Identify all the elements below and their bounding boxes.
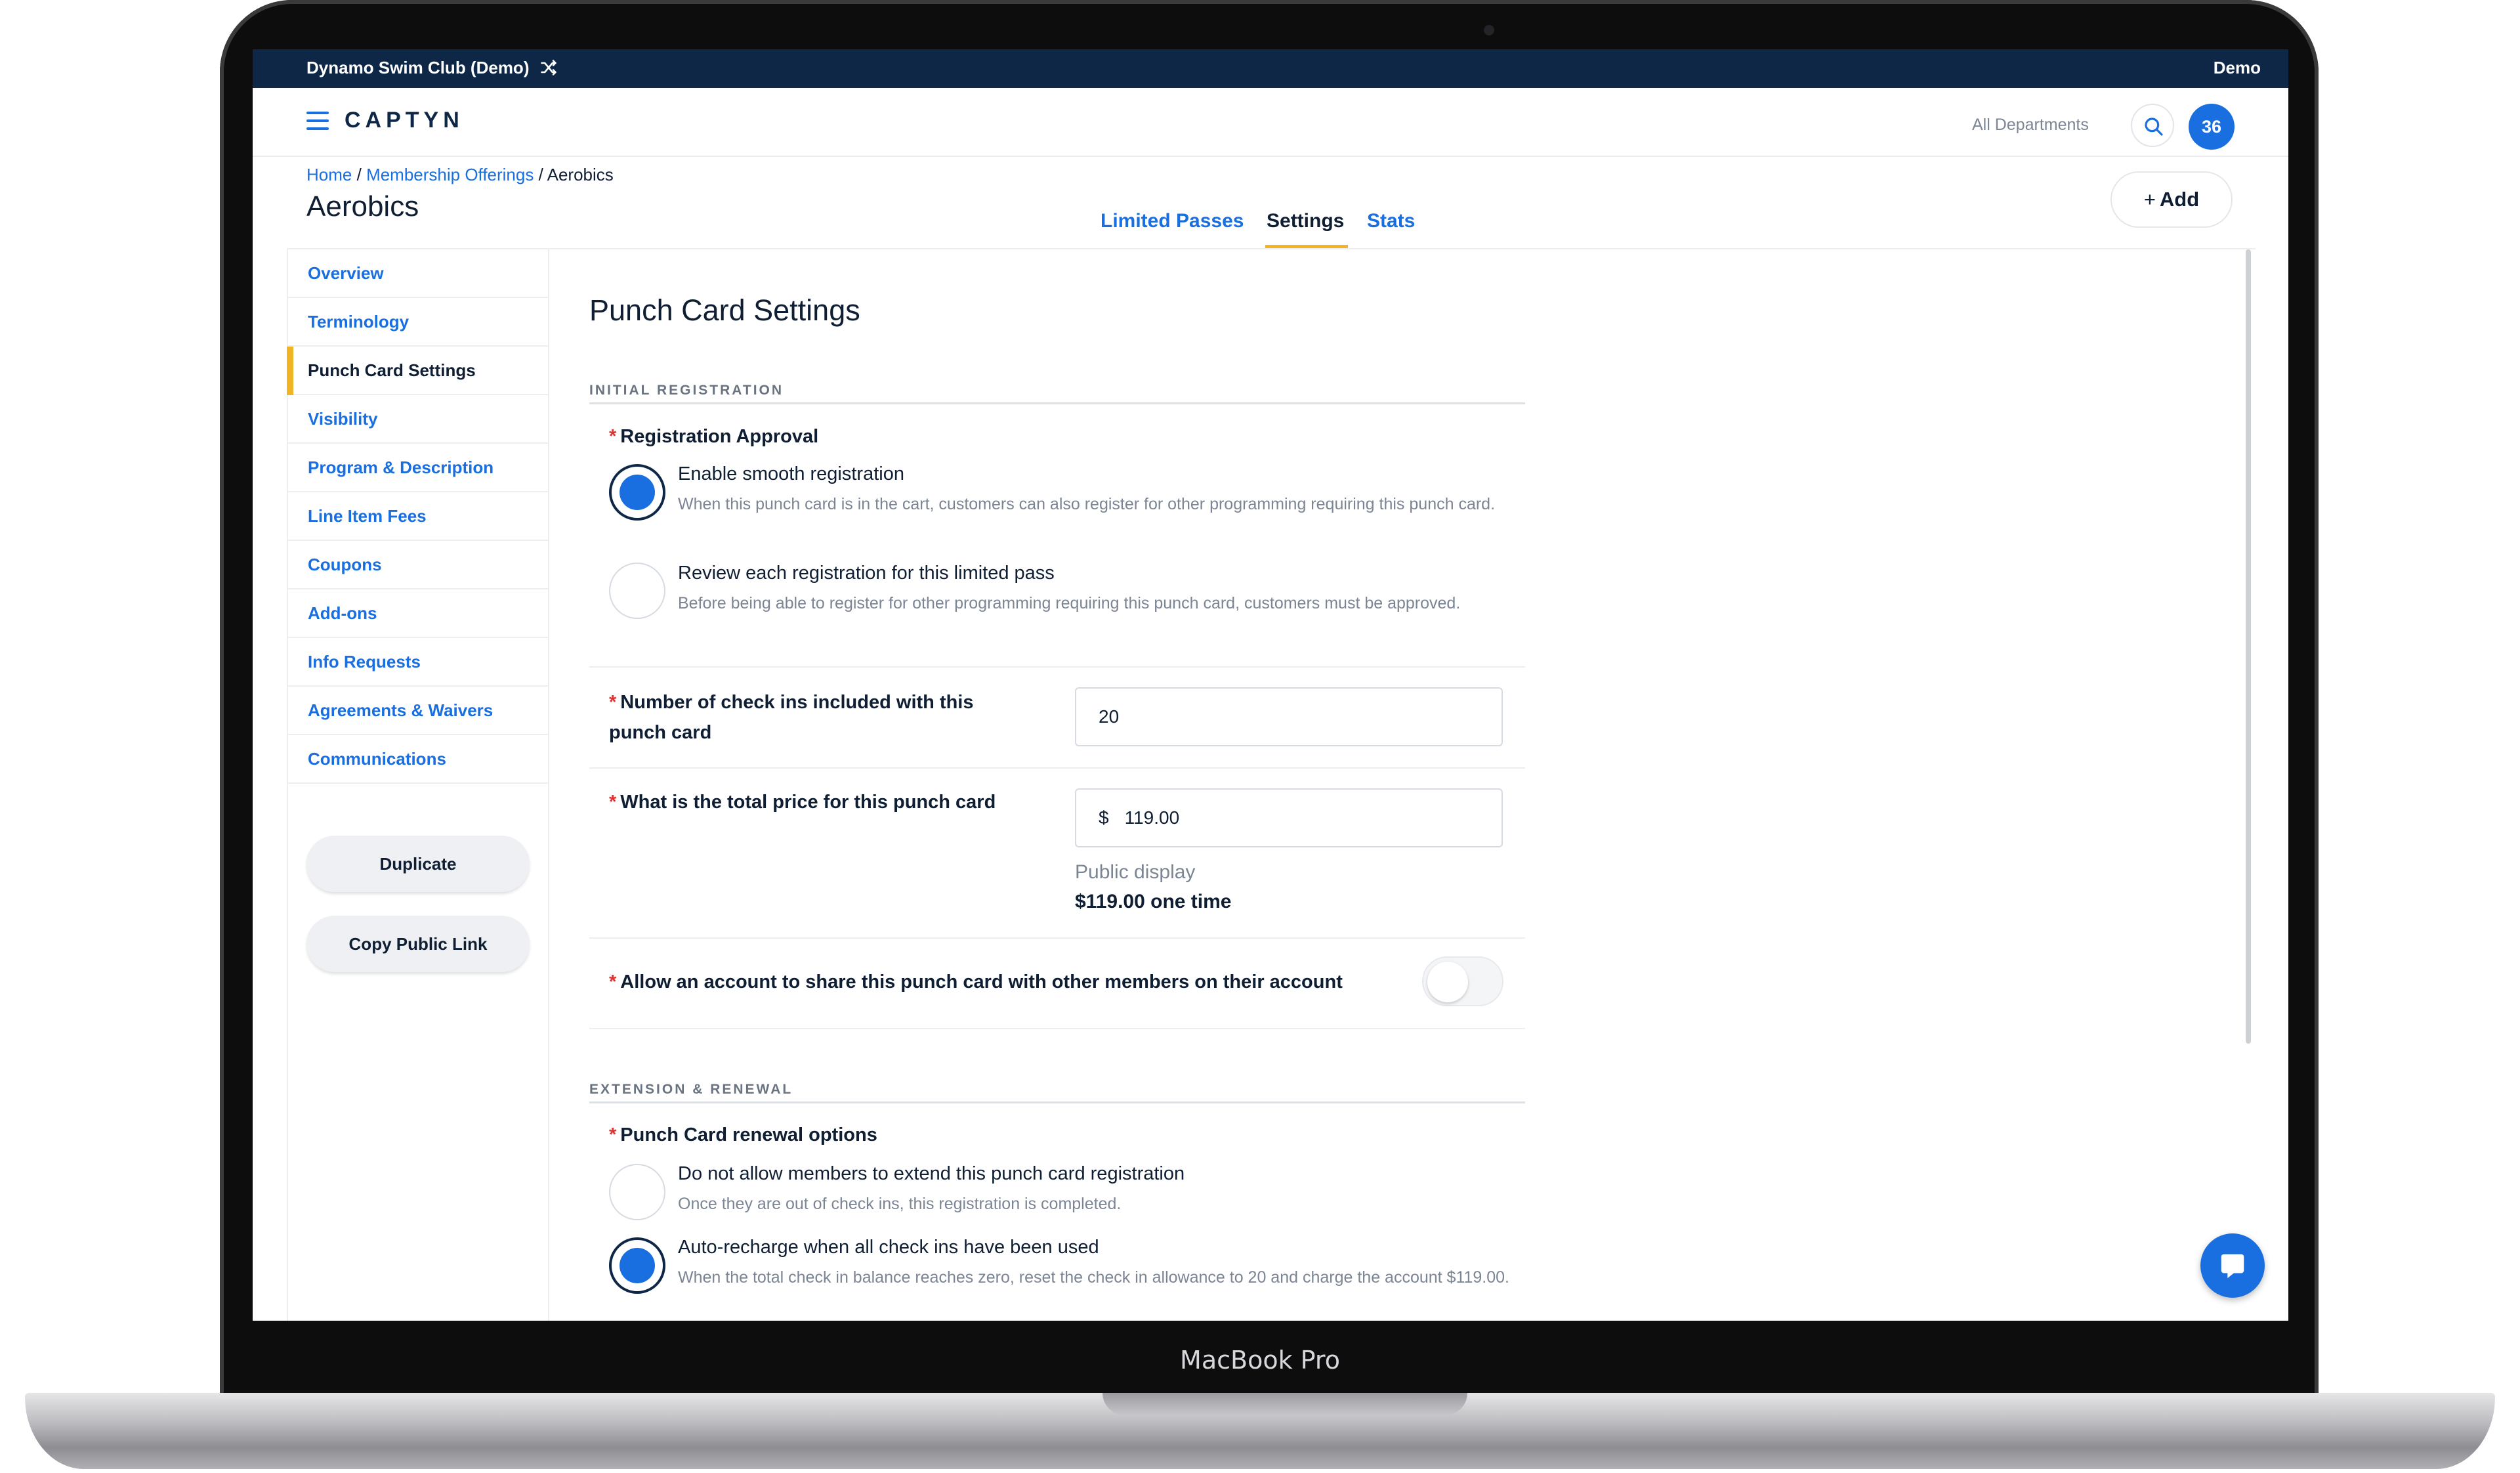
sidenav-item-coupons[interactable]: Coupons [288,541,549,589]
search-button[interactable] [2131,104,2174,147]
settings-sidenav: Overview Terminology Punch Card Settings… [287,249,549,1321]
option-description: Before being able to register for other … [678,594,1461,612]
shuffle-icon[interactable] [539,58,558,77]
share-label: * Allow an account to share this punch ca… [609,971,1343,993]
radio-auto-recharge[interactable] [609,1237,665,1294]
notification-badge[interactable]: 36 [2189,104,2235,150]
copy-public-link-button[interactable]: Copy Public Link [306,916,530,972]
option-description: When the total check in balance reaches … [678,1268,1510,1287]
breadcrumb: Home / Membership Offerings / Aerobics [306,165,614,185]
header-divider [287,248,2256,249]
toggle-knob [1427,962,1468,1002]
field-divider [589,937,1525,939]
sidenav-item-overview[interactable]: Overview [288,249,549,298]
public-display-label: Public display [1075,861,1196,883]
check-ins-input[interactable]: 20 [1075,687,1503,746]
duplicate-button[interactable]: Duplicate [306,836,530,892]
chat-button[interactable] [2200,1233,2265,1298]
scrollbar[interactable] [2246,249,2251,1044]
tab-stats[interactable]: Stats [1367,210,1415,232]
captyn-logo[interactable]: CAPTYN [345,108,464,133]
sidenav-item-program-description[interactable]: Program & Description [288,444,549,492]
sidenav-item-visibility[interactable]: Visibility [288,395,549,444]
price-label: * What is the total price for this punch … [609,792,996,813]
option-title: Auto-recharge when all check ins have be… [678,1237,1099,1258]
sidenav-item-communications[interactable]: Communications [288,735,549,784]
laptop-base [25,1393,2495,1469]
plus-icon: + [2143,188,2156,211]
required-marker: * [609,426,617,447]
breadcrumb-membership-offerings[interactable]: Membership Offerings [366,165,534,184]
camera [1484,25,1494,35]
price-value: 119.00 [1124,807,1180,828]
sidenav-item-add-ons[interactable]: Add-ons [288,589,549,638]
sidenav-item-info-requests[interactable]: Info Requests [288,638,549,687]
radio-enable-smooth-registration[interactable] [609,464,665,521]
renewal-options-label: * Punch Card renewal options [609,1124,877,1145]
section-title: Punch Card Settings [589,293,860,327]
laptop-notch [1102,1393,1467,1415]
breadcrumb-current: Aerobics [547,165,614,184]
option-description: When this punch card is in the cart, cus… [678,495,1496,513]
option-description: Once they are out of check ins, this reg… [678,1195,1122,1213]
field-divider [589,666,1525,668]
sidenav-item-agreements-waivers[interactable]: Agreements & Waivers [288,687,549,735]
add-button[interactable]: + Add [2110,171,2233,228]
initial-registration-heading: INITIAL REGISTRATION [589,383,1525,404]
radio-review-each-registration[interactable] [609,563,665,619]
extension-renewal-heading: EXTENSION & RENEWAL [589,1082,1525,1103]
share-toggle[interactable] [1422,956,1503,1006]
search-icon [2145,117,2163,136]
breadcrumb-separator: / [356,165,362,184]
department-selector[interactable]: All Departments [1972,116,2089,135]
page-title: Aerobics [306,190,419,223]
field-divider [589,1028,1525,1029]
app-header: CAPTYN All Departments 36 [253,88,2288,157]
sidenav-item-terminology[interactable]: Terminology [288,298,549,347]
top-bar: Dynamo Swim Club (Demo) Demo [253,49,2288,88]
radio-no-extend[interactable] [609,1164,665,1220]
option-title: Do not allow members to extend this punc… [678,1163,1185,1184]
option-title: Review each registration for this limite… [678,563,1055,584]
sidenav-item-line-item-fees[interactable]: Line Item Fees [288,492,549,541]
field-divider [589,767,1525,769]
active-nav-indicator [287,347,293,395]
sidenav-item-punch-card-settings[interactable]: Punch Card Settings [288,347,549,395]
organization-switcher[interactable]: Dynamo Swim Club (Demo) [306,58,529,78]
account-name[interactable]: Demo [2214,58,2261,78]
check-ins-label: * Number of check ins included with this … [609,692,974,743]
add-button-label: Add [2159,188,2200,211]
tab-limited-passes[interactable]: Limited Passes [1101,210,1244,232]
screen: Dynamo Swim Club (Demo) Demo CAPTYN All … [253,49,2288,1321]
option-title: Enable smooth registration [678,463,904,484]
chat-icon [2221,1254,2244,1279]
registration-approval-label: * Registration Approval [609,426,819,447]
device-label: MacBook Pro [1180,1346,1340,1375]
currency-symbol: $ [1099,807,1109,828]
hamburger-icon[interactable] [306,112,329,130]
breadcrumb-separator: / [538,165,543,184]
price-input[interactable]: $119.00 [1075,788,1503,847]
breadcrumb-home[interactable]: Home [306,165,352,184]
tab-settings[interactable]: Settings [1267,210,1344,232]
public-display-value: $119.00 one time [1075,891,1232,912]
